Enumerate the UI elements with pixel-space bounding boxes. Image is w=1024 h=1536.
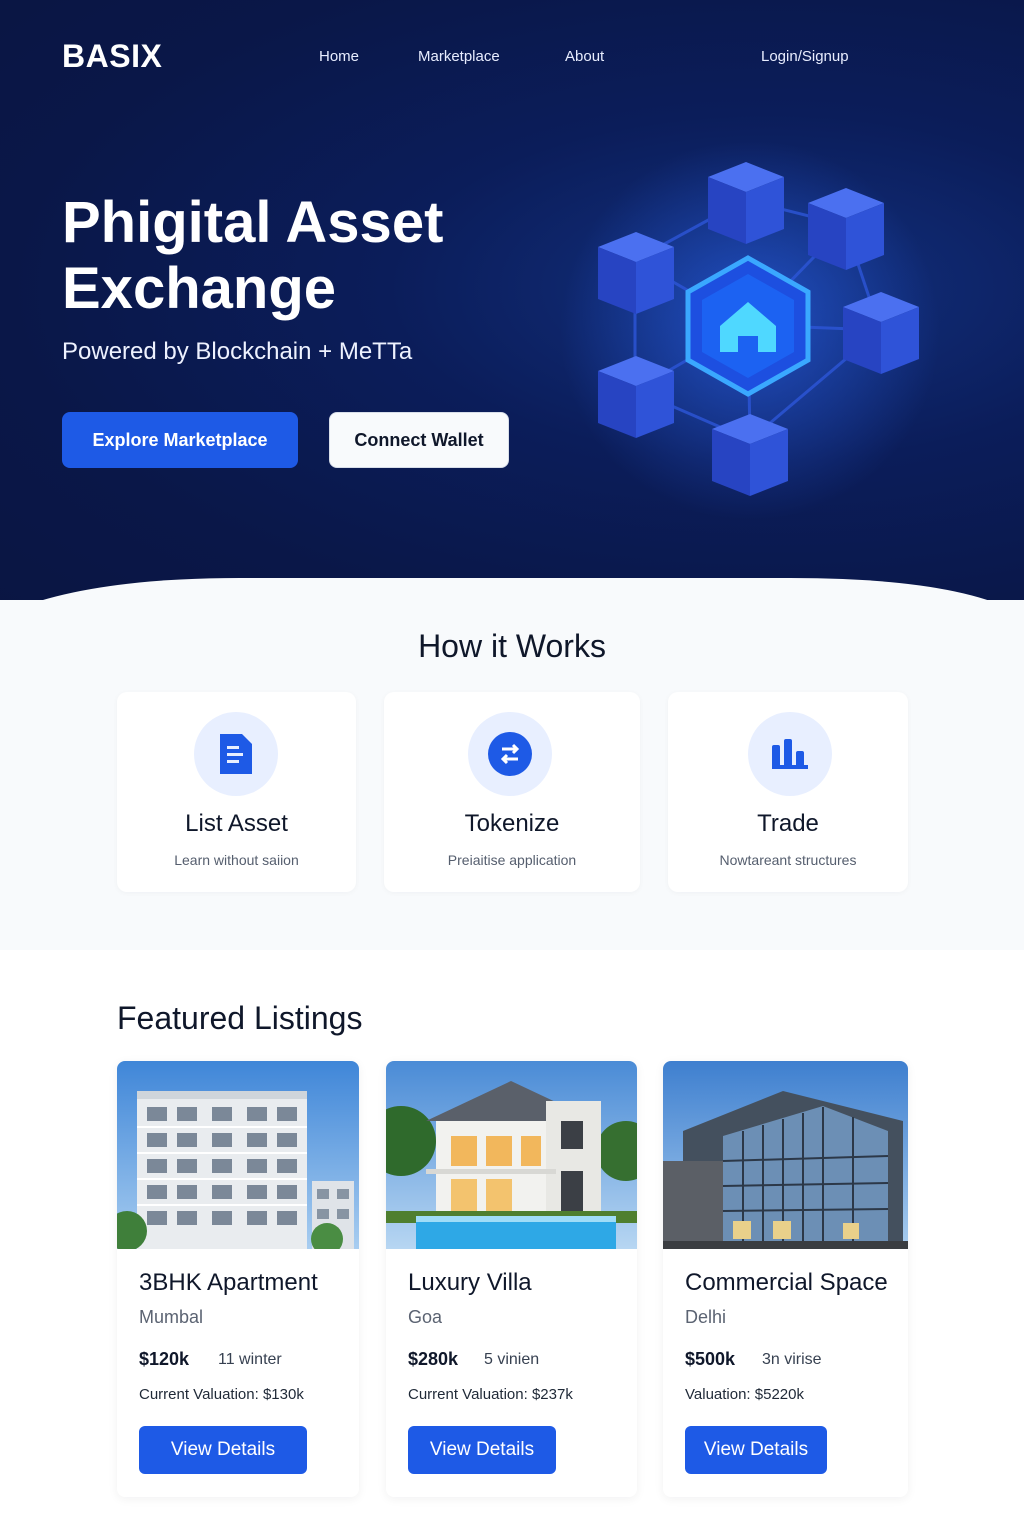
step-title: Trade <box>757 810 819 837</box>
commercial-building-photo <box>663 1061 908 1249</box>
step-description: Learn without saiion <box>174 852 299 868</box>
listing-detail: 5 vinien <box>484 1351 540 1368</box>
listing-valuation: Valuation: $5220k <box>685 1386 804 1403</box>
listing-location: Mumbal <box>139 1307 204 1327</box>
listing-title: Luxury Villa <box>408 1269 532 1296</box>
view-details-button[interactable]: View Details <box>408 1426 556 1474</box>
hero-subtitle: Powered by Blockchain + MeTTa <box>62 338 413 365</box>
hero-section: BASIX Home Marketplace About Login/Signu… <box>0 0 1024 640</box>
nav-login-link[interactable]: Login/Signup <box>761 48 849 65</box>
step-description: Preiaitise application <box>447 852 577 868</box>
connect-wallet-button[interactable]: Connect Wallet <box>329 412 509 468</box>
step-title: Tokenize <box>464 810 560 837</box>
document-icon <box>194 712 278 796</box>
step-card-list-asset: List Asset Learn without saiion <box>117 692 356 892</box>
listing-title: 3BHK Apartment <box>139 1269 318 1296</box>
listing-detail: 3n virise <box>762 1351 822 1368</box>
listing-valuation: Current Valuation: $130k <box>139 1386 304 1403</box>
step-card-trade: Trade Nowtareant structures <box>668 692 908 892</box>
listing-valuation: Current Valuation: $237k <box>408 1386 573 1403</box>
listing-card-villa[interactable]: Luxury Villa Goa $280k 5 vinien Current … <box>386 1061 637 1497</box>
step-title: List Asset <box>185 810 288 837</box>
listing-location: Goa <box>408 1307 443 1327</box>
listing-price: $280k <box>408 1349 459 1369</box>
view-details-button[interactable]: View Details <box>139 1426 307 1474</box>
how-it-works-title: How it Works <box>418 628 606 664</box>
listing-detail: 11 winter <box>218 1351 282 1368</box>
listing-location: Delhi <box>685 1307 727 1327</box>
listing-title: Commercial Space <box>685 1269 888 1296</box>
nav-home-link[interactable]: Home <box>319 48 359 65</box>
villa-photo <box>386 1061 637 1249</box>
step-card-tokenize: Tokenize Preiaitise application <box>384 692 640 892</box>
explore-marketplace-button[interactable]: Explore Marketplace <box>62 412 298 468</box>
listing-price: $120k <box>139 1349 190 1369</box>
step-description: Nowtareant structures <box>719 852 857 868</box>
hero-title: Phigital Asset Exchange <box>62 190 444 321</box>
listing-card-apartment[interactable]: 3BHK Apartment Mumbal $120k 11 winter Cu… <box>117 1061 359 1497</box>
view-details-button[interactable]: View Details <box>685 1426 827 1474</box>
chart-bars-icon <box>748 712 832 796</box>
blockchain-network-illustration <box>560 140 940 520</box>
listing-card-commercial[interactable]: Commercial Space Delhi $500k 3n virise V… <box>663 1061 908 1497</box>
token-exchange-icon <box>468 712 552 796</box>
nav-marketplace-link[interactable]: Marketplace <box>418 48 500 65</box>
nav-about-link[interactable]: About <box>565 48 604 65</box>
apartment-photo <box>117 1061 359 1249</box>
listing-price: $500k <box>685 1349 736 1369</box>
brand-logo[interactable]: BASIX <box>62 38 162 75</box>
featured-listings-title: Featured Listings <box>117 1000 363 1036</box>
